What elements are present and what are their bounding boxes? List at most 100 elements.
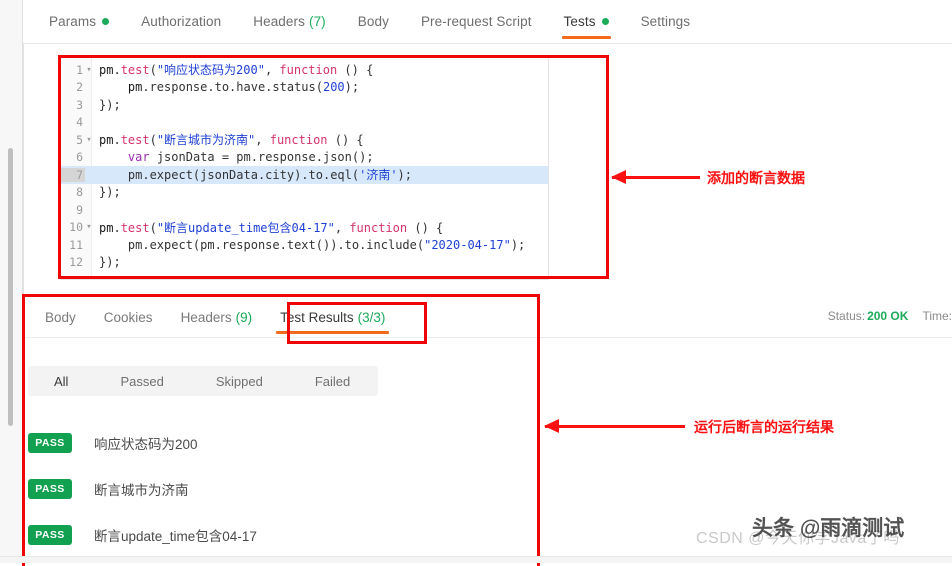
response-tab-body[interactable]: Body: [31, 297, 90, 337]
response-tab-headers[interactable]: Headers (9): [167, 297, 267, 337]
code-line-number: 9: [76, 202, 83, 217]
editor-code-lines[interactable]: 1 ▾ pm.test("响应状态码为200", function () {2 pm…: [61, 61, 548, 271]
code-line-text: });: [99, 97, 121, 112]
tab-params-label: Params: [49, 14, 97, 29]
response-tab-body-label: Body: [45, 309, 76, 325]
code-line-text: pm.test("响应状态码为200", function () {: [99, 63, 374, 78]
active-tab-underline: [561, 36, 611, 39]
code-line[interactable]: 6 var jsonData = pm.response.json();: [61, 149, 548, 167]
filter-failed[interactable]: Failed: [289, 374, 376, 389]
green-dot-icon: [102, 18, 110, 25]
test-results-list: PASS 响应状态码为200 PASS 断言城市为济南 PASS 断言update_tim…: [28, 420, 528, 558]
test-result-label: 响应状态码为200: [94, 437, 198, 452]
code-line[interactable]: 7 pm.expect(jsonData.city).to.eql('济南');: [61, 166, 548, 184]
test-result-row: PASS 断言城市为济南: [28, 466, 528, 512]
tab-authorization[interactable]: Authorization: [125, 0, 237, 43]
code-line-text: pm.expect(pm.response.text()).to.include…: [99, 237, 526, 252]
tab-tests-label: Tests: [563, 14, 596, 29]
rail-divider: [22, 0, 23, 563]
tab-authorization-label: Authorization: [141, 14, 222, 29]
response-tab-headers-label: Headers: [180, 309, 232, 325]
tab-tests[interactable]: Tests: [548, 0, 625, 43]
code-line[interactable]: 8});: [61, 184, 548, 202]
tab-pre-request-script-label: Pre-request Script: [420, 14, 532, 29]
tests-code-editor[interactable]: 1 ▾ pm.test("响应状态码为200", function () {2 pm…: [60, 56, 549, 280]
response-tabs: Body Cookies Headers (9) Test Results (3…: [31, 297, 399, 337]
tab-settings[interactable]: Settings: [625, 0, 707, 43]
watermark-toutiao: 头条 @雨滴测试: [752, 517, 905, 540]
code-line-number: 4: [76, 115, 83, 130]
request-tab-bar: Params Authorization Headers (7) Body Pr…: [23, 0, 952, 44]
code-line[interactable]: 3});: [61, 96, 548, 114]
response-tab-headers-count: (9): [235, 309, 253, 325]
response-tab-test-results[interactable]: Test Results (3/3): [266, 297, 399, 337]
code-line-text: pm.test("断言城市为济南", function () {: [99, 133, 364, 148]
status-badge: PASS: [28, 525, 72, 545]
test-result-row: PASS 响应状态码为200: [28, 420, 528, 466]
postman-window: Params Authorization Headers (7) Body Pr…: [0, 0, 952, 566]
code-line[interactable]: 11 pm.expect(pm.response.text()).to.incl…: [61, 236, 548, 254]
tab-params[interactable]: Params: [33, 0, 125, 43]
status-label: Status:: [827, 309, 866, 323]
code-line[interactable]: 5 ▾ pm.test("断言城市为济南", function () {: [61, 131, 548, 149]
filter-skipped[interactable]: Skipped: [190, 374, 289, 389]
code-line[interactable]: 10 ▾ pm.test("断言update_time包含04-17", funct…: [61, 219, 548, 237]
code-fold-icon[interactable]: ▾: [85, 222, 93, 232]
time-label: Time:: [922, 309, 952, 323]
code-line-number: 10: [69, 220, 83, 235]
response-tab-cookies-label: Cookies: [103, 309, 153, 325]
green-dot-icon: [601, 18, 609, 25]
test-result-filters: All Passed Skipped Failed: [28, 366, 378, 396]
test-result-row: PASS 断言update_time包含04-17: [28, 512, 528, 558]
code-line-text: pm.expect(jsonData.city).to.eql('济南');: [99, 168, 412, 183]
code-line[interactable]: 12});: [61, 254, 548, 272]
code-line-number: 8: [76, 185, 83, 200]
code-line-number: 7: [61, 167, 85, 182]
tab-pre-request-script[interactable]: Pre-request Script: [405, 0, 548, 43]
active-response-tab-underline: [276, 331, 390, 334]
annotation-label-code: 添加的断言数据: [707, 170, 805, 186]
code-line-number: 3: [76, 97, 83, 112]
tab-settings-label: Settings: [640, 14, 691, 29]
code-line-text: var jsonData = pm.response.json();: [127, 150, 374, 165]
filter-all[interactable]: All: [28, 374, 94, 389]
request-tabs: Params Authorization Headers (7) Body Pr…: [33, 0, 706, 43]
code-line-text: pm.test("断言update_time包含04-17", function…: [99, 220, 444, 235]
status-badge: PASS: [28, 479, 72, 499]
annotation-arrow-code: [611, 170, 700, 184]
filter-passed[interactable]: Passed: [94, 374, 189, 389]
tab-headers-count: (7): [308, 14, 326, 29]
code-line-text: });: [99, 185, 121, 200]
annotation-label-results: 运行后断言的运行结果: [694, 419, 834, 435]
code-line[interactable]: 4: [61, 114, 548, 132]
code-line[interactable]: 1 ▾ pm.test("响应状态码为200", function () {: [61, 61, 548, 79]
annotation-arrow-results: [544, 419, 685, 433]
status-badge: 200 OK: [867, 309, 909, 323]
code-line-number: 12: [69, 255, 83, 270]
response-tab-bar: Body Cookies Headers (9) Test Results (3…: [23, 297, 952, 338]
code-line-number: 1: [76, 62, 83, 77]
status-badge: PASS: [28, 433, 72, 453]
window-bottom-strip: [0, 556, 952, 563]
code-fold-icon[interactable]: ▾: [85, 65, 93, 75]
test-result-label: 断言update_time包含04-17: [94, 529, 257, 544]
code-line-number: 11: [69, 237, 83, 252]
code-line-text: });: [99, 255, 121, 270]
tab-headers-label: Headers: [253, 14, 305, 29]
code-line-number: 5: [76, 132, 83, 147]
response-tab-test-results-count: (3/3): [357, 309, 386, 325]
response-tab-test-results-label: Test Results: [280, 309, 354, 325]
code-line-text: pm.response.to.have.status(200);: [99, 80, 360, 95]
response-tab-cookies[interactable]: Cookies: [90, 297, 167, 337]
code-line[interactable]: 9: [61, 201, 548, 219]
code-line[interactable]: 2 pm.response.to.have.status(200);: [61, 79, 548, 97]
tab-body[interactable]: Body: [342, 0, 405, 43]
tab-headers[interactable]: Headers (7): [237, 0, 342, 43]
rail-scrollbar[interactable]: [8, 148, 13, 426]
code-line-number: 6: [76, 150, 83, 165]
left-rail: [0, 0, 24, 563]
code-fold-icon[interactable]: ▾: [85, 135, 93, 145]
tab-body-label: Body: [357, 14, 389, 29]
test-result-label: 断言城市为济南: [94, 483, 189, 498]
response-status-bar: Status: 200 OK Time:: [828, 309, 952, 323]
